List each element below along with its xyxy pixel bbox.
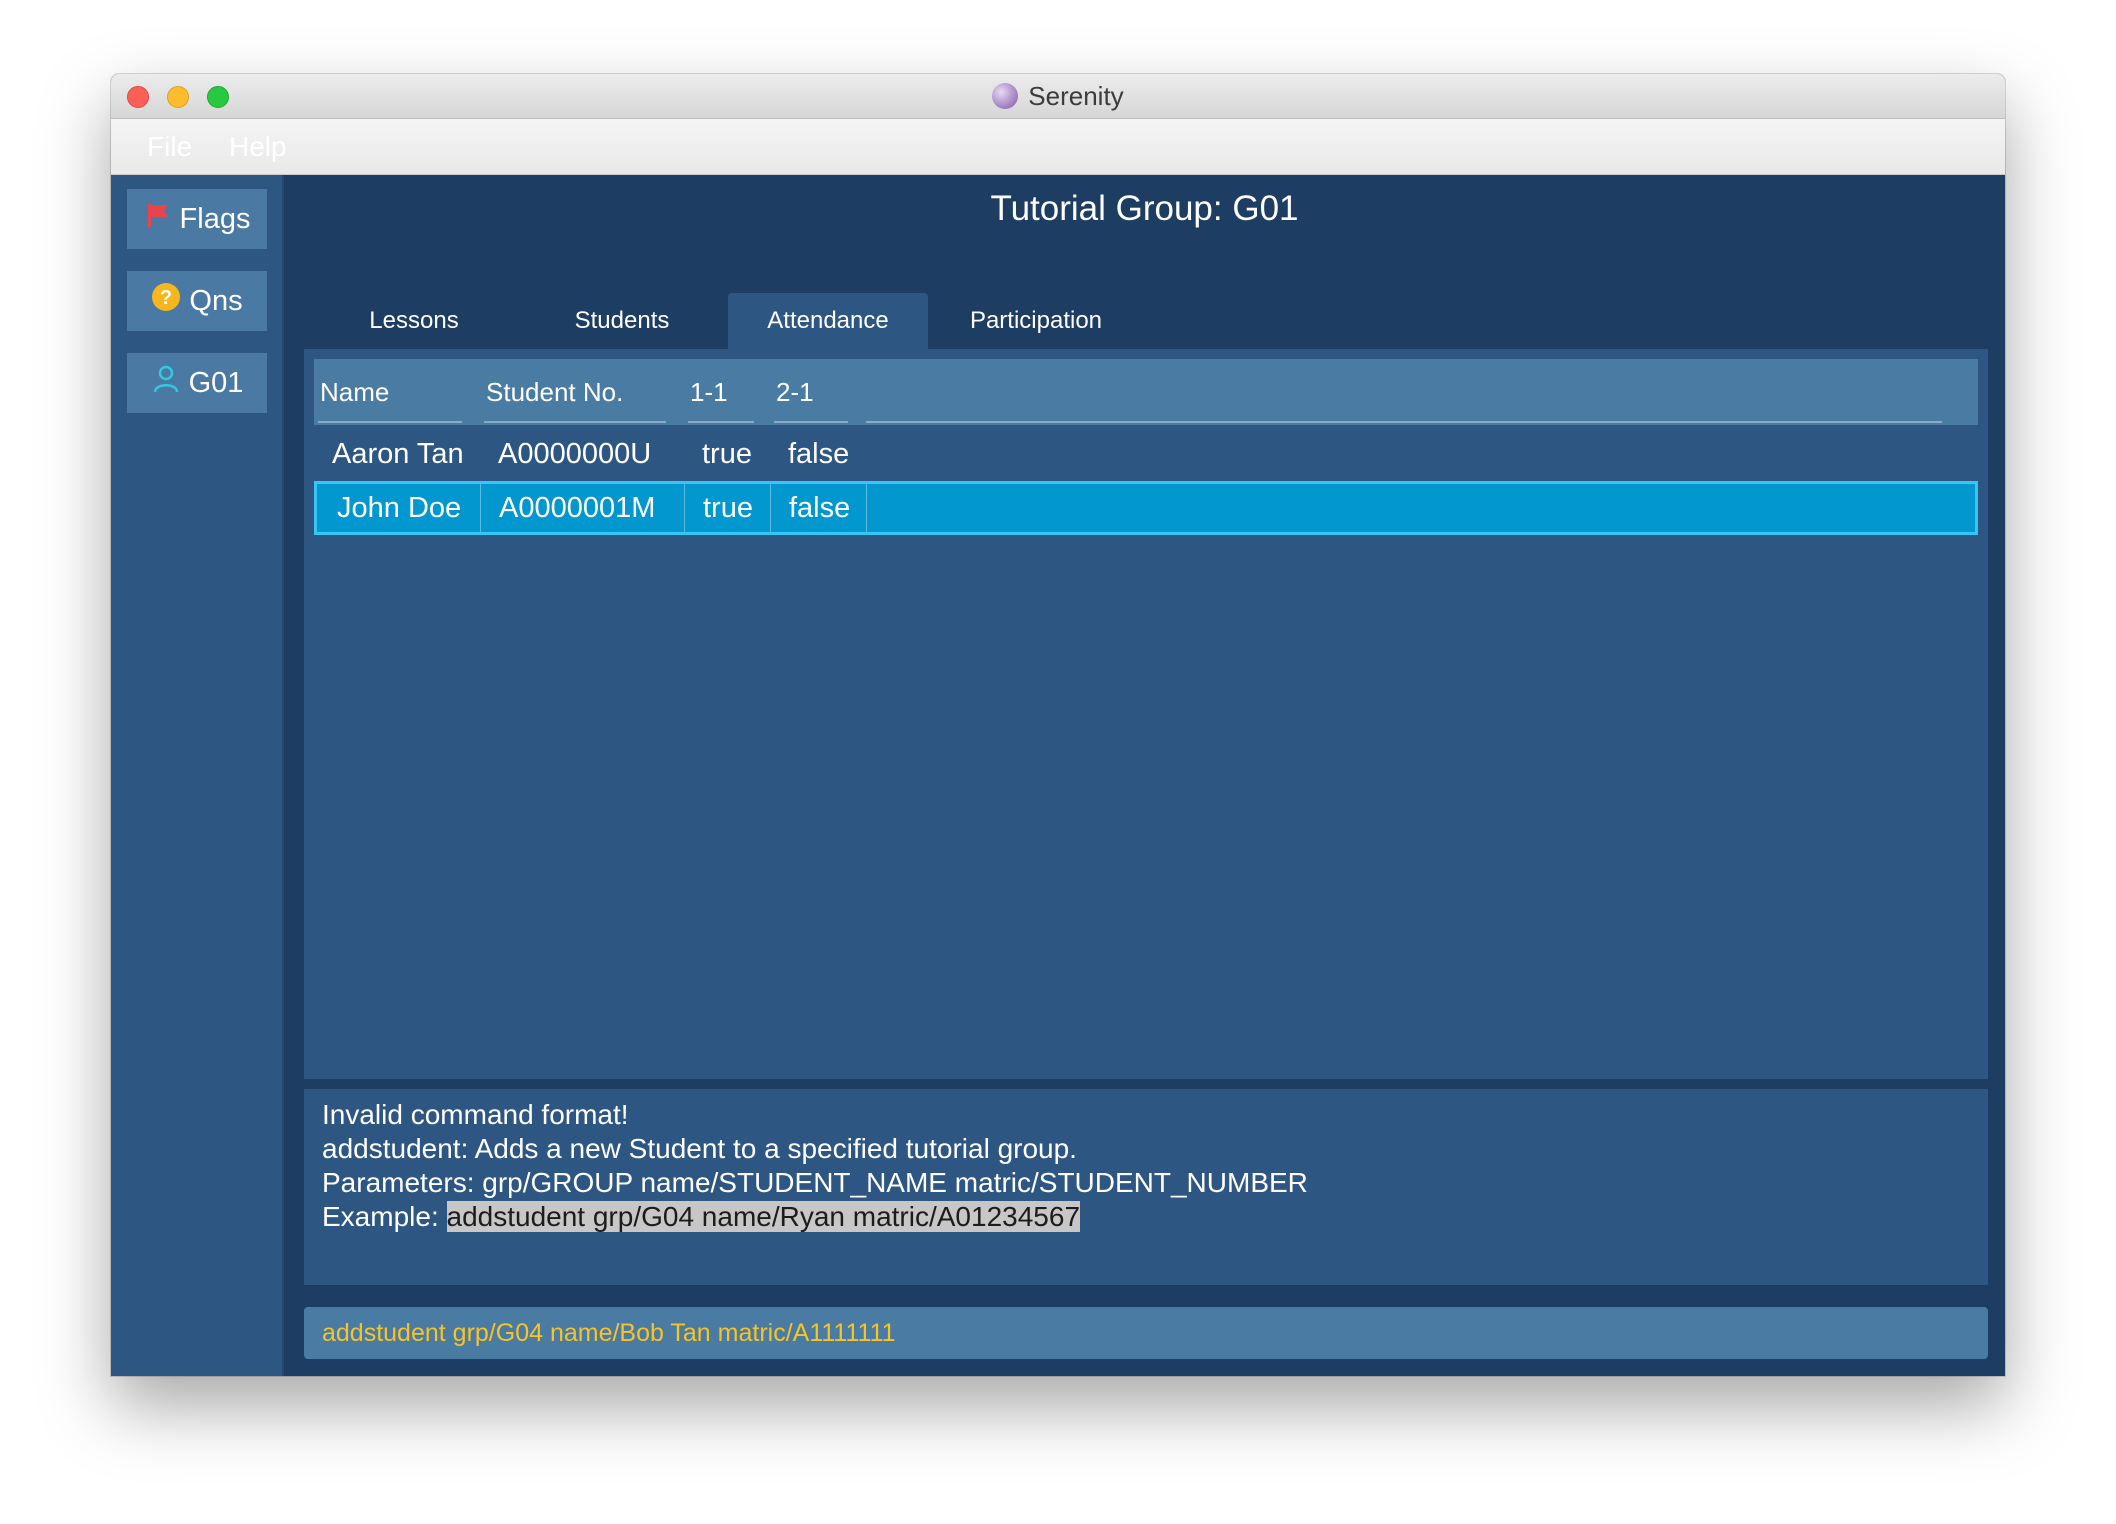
- person-icon: [151, 364, 181, 402]
- column-divider: [866, 421, 1942, 423]
- cell-attendance-2-1: false: [788, 437, 850, 470]
- result-line: addstudent: Adds a new Student to a spec…: [322, 1133, 1077, 1164]
- serenity-app-icon: [992, 83, 1019, 109]
- column-divider: [688, 421, 754, 423]
- table-header: Name Student No. 1-1 2-1: [314, 359, 1978, 425]
- cell-student-no: A0000000U: [498, 437, 652, 470]
- menu-file[interactable]: File: [147, 131, 192, 163]
- menu-help[interactable]: Help: [229, 131, 287, 163]
- table-row-selected[interactable]: John Doe A0000001M true false: [314, 481, 1978, 535]
- cell-student-no: A0000001M: [481, 484, 685, 532]
- cell-name: Aaron Tan: [332, 437, 464, 470]
- command-box[interactable]: [304, 1307, 1988, 1359]
- cell-attendance-2-1: false: [771, 484, 867, 532]
- column-header-student-no[interactable]: Student No.: [480, 359, 684, 425]
- tab-attendance[interactable]: Attendance: [728, 293, 928, 349]
- column-divider: [774, 421, 848, 423]
- command-input[interactable]: [322, 1318, 1988, 1348]
- sidebar: Flags ? Qns G01: [111, 175, 284, 1376]
- column-divider: [318, 421, 462, 423]
- window-title-group: Serenity: [111, 74, 2005, 118]
- cell-name: John Doe: [317, 484, 481, 532]
- sidebar-item-label: Qns: [189, 284, 243, 317]
- sidebar-item-g01[interactable]: G01: [127, 353, 267, 413]
- result-line: Parameters: grp/GROUP name/STUDENT_NAME …: [322, 1167, 1308, 1198]
- flag-icon: [144, 201, 172, 237]
- column-header-1-1[interactable]: 1-1: [684, 359, 770, 425]
- attendance-table: Name Student No. 1-1 2-1 Aaron Tan A0000…: [304, 349, 1988, 1079]
- result-display: Invalid command format! addstudent: Adds…: [304, 1089, 1988, 1285]
- column-divider: [484, 421, 666, 423]
- sidebar-item-flags[interactable]: Flags: [127, 189, 267, 249]
- tab-participation[interactable]: Participation: [936, 293, 1136, 349]
- question-icon: ?: [151, 282, 181, 320]
- result-line: Invalid command format!: [322, 1099, 629, 1130]
- app-window: Serenity File Help Flags ? Qns G01 Tutor…: [111, 74, 2005, 1376]
- window-title: Serenity: [1028, 80, 1124, 111]
- result-example-line: Example: addstudent grp/G04 name/Ryan ma…: [322, 1201, 1081, 1233]
- column-header-2-1[interactable]: 2-1: [770, 359, 866, 425]
- page-title: Tutorial Group: G01: [990, 189, 1299, 228]
- example-highlight[interactable]: addstudent grp/G04 name/Ryan matric/A012…: [446, 1201, 1081, 1232]
- sidebar-item-label: G01: [188, 366, 244, 399]
- sidebar-item-label: Flags: [179, 202, 251, 235]
- tab-students[interactable]: Students: [522, 293, 722, 349]
- table-row[interactable]: Aaron Tan A0000000U true false: [314, 429, 1978, 479]
- column-header-name[interactable]: Name: [314, 359, 480, 425]
- svg-text:?: ?: [160, 287, 172, 309]
- sidebar-item-qns[interactable]: ? Qns: [127, 271, 267, 331]
- main-panel: Tutorial Group: G01 Lessons Students Att…: [284, 175, 2005, 1376]
- menu-bar: File Help: [111, 119, 2005, 175]
- cell-attendance-1-1: true: [702, 437, 752, 470]
- tab-lessons[interactable]: Lessons: [314, 293, 514, 349]
- cell-attendance-1-1: true: [685, 484, 771, 532]
- title-bar[interactable]: Serenity: [111, 74, 2005, 119]
- example-label: Example:: [322, 1201, 447, 1232]
